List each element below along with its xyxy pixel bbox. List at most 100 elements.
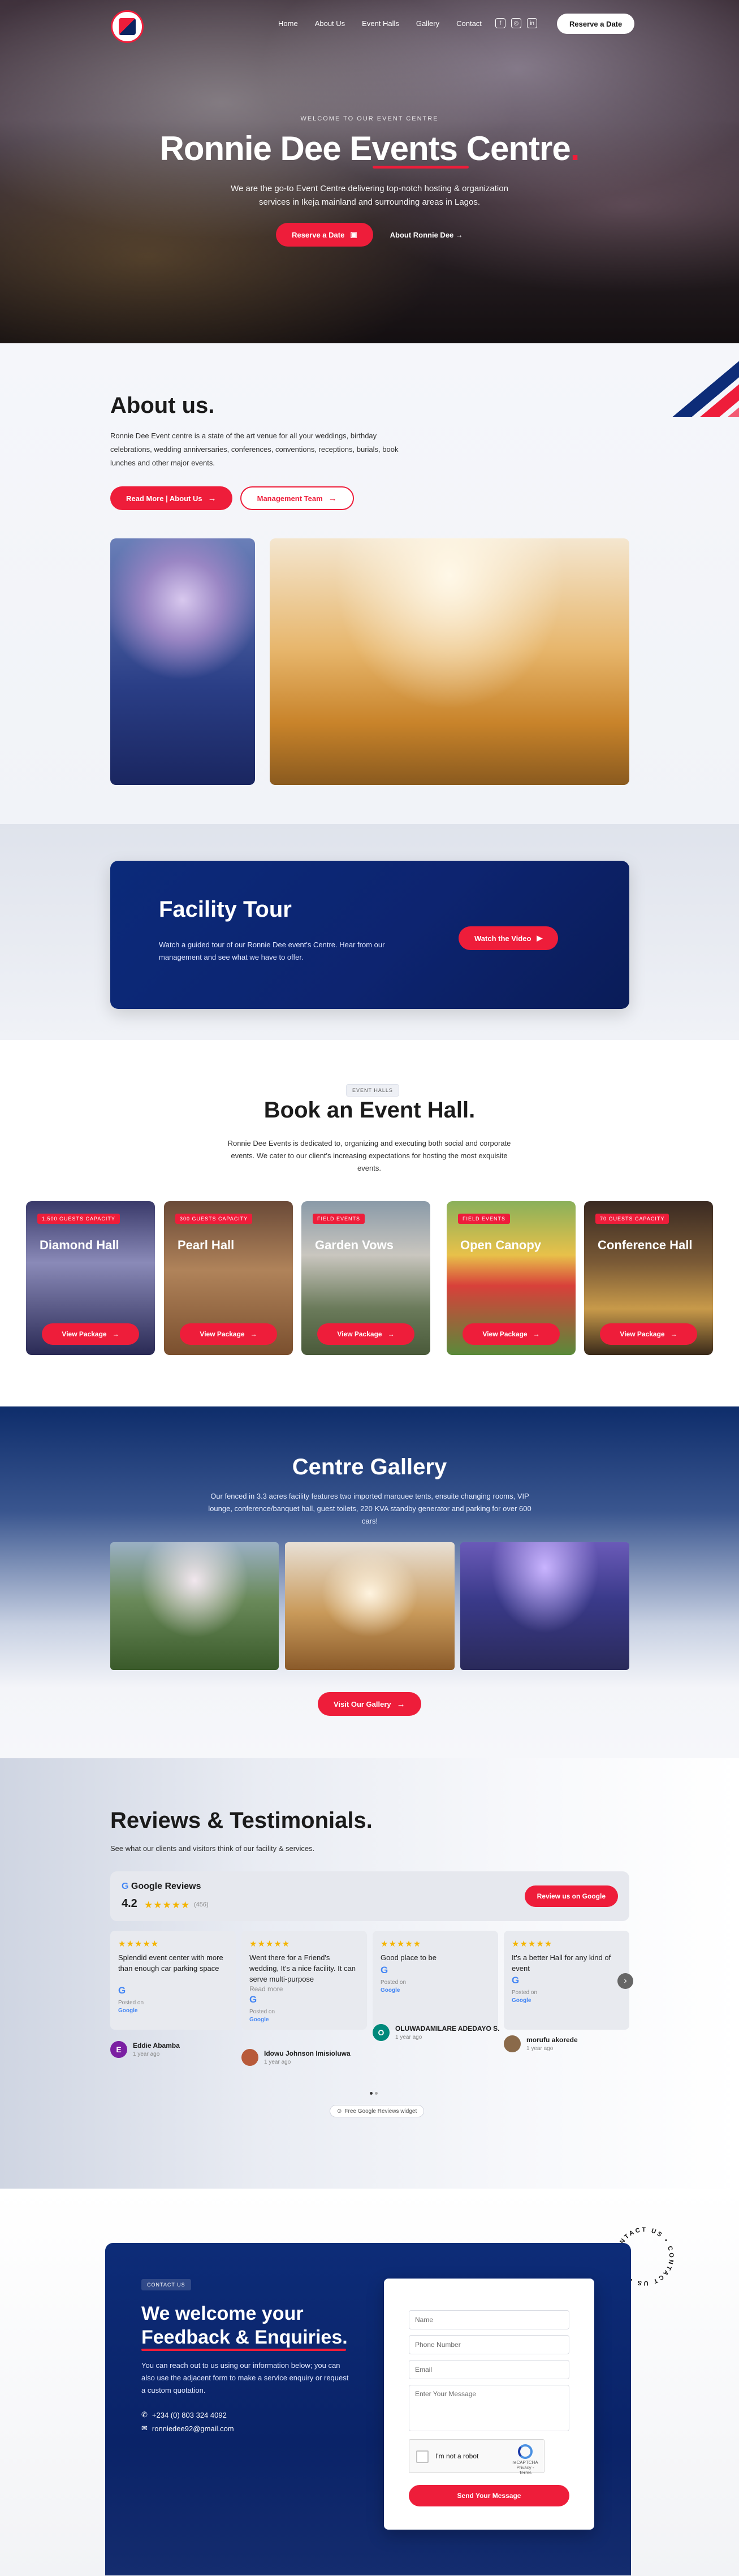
about-image-hall <box>270 538 629 785</box>
review-text: Went there for a Friend's wedding, It's … <box>249 1953 356 1983</box>
read-more-label: Read More | About Us <box>126 494 202 503</box>
view-package-button[interactable]: View Package → <box>180 1323 277 1345</box>
halls-section: EVENT HALLS Book an Event Hall. Ronnie D… <box>0 1040 739 1406</box>
hall-card-diamond[interactable]: 1,500 GUESTS CAPACITY Diamond Hall View … <box>26 1201 155 1355</box>
google-reviews-bar: G Google Reviews 4.2 ★★★★★ (456) Review … <box>110 1871 629 1921</box>
review-time: 1 year ago <box>264 2059 291 2065</box>
site-logo[interactable] <box>111 10 144 43</box>
contact-phone[interactable]: ✆ +234 (0) 803 324 4092 <box>141 2410 227 2419</box>
about-buttons: Read More | About Us → Management Team → <box>110 486 354 510</box>
about-section: About us. Ronnie Dee Event centre is a s… <box>0 343 739 824</box>
watch-video-button[interactable]: Watch the Video ▶ <box>459 926 559 950</box>
send-message-button[interactable]: Send Your Message <box>409 2485 569 2506</box>
posted-on-label: Posted on <box>381 1979 407 1986</box>
recaptcha-brand: reCAPTCHA <box>512 2460 538 2465</box>
hall-name: Diamond Hall <box>40 1238 119 1252</box>
hero-about-link[interactable]: About Ronnie Dee → <box>390 231 463 239</box>
nav-reserve-button[interactable]: Reserve a Date <box>557 14 635 34</box>
avatar: O <box>373 2024 390 2041</box>
view-package-button[interactable]: View Package → <box>317 1323 414 1345</box>
halls-title: Book an Event Hall. <box>263 1098 476 1123</box>
hero-title-text: Ronnie Dee Events Centre <box>159 130 571 167</box>
hall-badge: FIELD EVENTS <box>313 1214 365 1224</box>
review-card: ★★★★★ Good place to be G Posted on Googl… <box>373 1931 498 2030</box>
review-us-button[interactable]: Review us on Google <box>524 1885 618 1907</box>
review-time: 1 year ago <box>526 2046 554 2052</box>
gallery-image-reception[interactable] <box>460 1542 629 1670</box>
nav-link-about[interactable]: About Us <box>315 19 345 28</box>
gallery-image-arch[interactable] <box>110 1542 279 1670</box>
hall-name: Pearl Hall <box>178 1238 235 1252</box>
recaptcha-sub: Privacy - Terms <box>516 2465 534 2475</box>
facility-title: Facility Tour <box>159 897 292 922</box>
review-time: 1 year ago <box>395 2034 422 2040</box>
rating-stars-icon: ★★★★★ <box>249 1939 291 1949</box>
enquiry-form: Name Phone Number Email Enter Your Messa… <box>384 2279 594 2530</box>
reviewer: O OLUWADAMILARE ADEDAYO S. 1 year ago <box>373 2024 499 2041</box>
hall-card-garden-vows[interactable]: FIELD EVENTS Garden Vows View Package → <box>301 1201 430 1355</box>
arrow-right-icon: → <box>250 1330 257 1338</box>
nav-link-gallery[interactable]: Gallery <box>416 19 439 28</box>
hall-card-conference[interactable]: 70 GUESTS CAPACITY Conference Hall View … <box>584 1201 713 1355</box>
mail-icon: ✉ <box>141 2424 148 2432</box>
view-package-button[interactable]: View Package → <box>600 1323 697 1345</box>
read-more-link[interactable]: Read more <box>249 1985 283 1993</box>
gallery-image-aisle[interactable] <box>285 1542 455 1670</box>
hall-card-pearl[interactable]: 300 GUESTS CAPACITY Pearl Hall View Pack… <box>164 1201 293 1355</box>
view-package-label: View Package <box>200 1330 245 1338</box>
recaptcha-checkbox[interactable] <box>416 2450 429 2463</box>
posted-on-label: Posted on <box>512 1990 538 1996</box>
free-widget-badge[interactable]: ⊙ Free Google Reviews widget <box>330 2105 425 2117</box>
google-logo-icon: G <box>249 1994 257 2005</box>
hero-reserve-button[interactable]: Reserve a Date ▣ <box>276 223 373 247</box>
hero-kicker: WELCOME TO OUR EVENT CENTRE <box>300 115 439 122</box>
name-field[interactable]: Name <box>409 2310 569 2329</box>
nav-link-home[interactable]: Home <box>278 19 298 28</box>
view-package-label: View Package <box>620 1330 665 1338</box>
email-field[interactable]: Email <box>409 2360 569 2379</box>
carousel-dots[interactable] <box>370 2092 378 2095</box>
hero-underline <box>372 166 469 169</box>
decorative-stripes <box>649 343 739 417</box>
posted-source: Google <box>512 1997 531 2004</box>
nav-link-contact[interactable]: Contact <box>456 19 482 28</box>
google-logo-icon: G <box>122 1882 129 1891</box>
carousel-dot[interactable] <box>375 2092 378 2095</box>
arrow-right-icon: → <box>455 230 463 239</box>
posted-source: Google <box>249 2017 269 2023</box>
gallery-section: Centre Gallery Our fenced in 3.3 acres f… <box>0 1406 739 1758</box>
message-field[interactable]: Enter Your Message <box>409 2385 569 2431</box>
hall-badge: 300 GUESTS CAPACITY <box>175 1214 253 1224</box>
view-package-button[interactable]: View Package → <box>463 1323 560 1345</box>
posted-on-label: Posted on <box>118 2000 144 2006</box>
management-team-label: Management Team <box>257 494 323 503</box>
posted-on-label: Posted on <box>249 2009 275 2015</box>
carousel-dot[interactable] <box>370 2092 373 2095</box>
visit-gallery-button[interactable]: Visit Our Gallery → <box>318 1692 421 1716</box>
nav-link-halls[interactable]: Event Halls <box>362 19 399 28</box>
arrow-right-icon: → <box>387 1330 395 1338</box>
review-text: Good place to be <box>381 1953 437 1962</box>
instagram-icon[interactable]: ◎ <box>511 18 521 28</box>
reviewer: E Eddie Abamba 1 year ago <box>110 2041 180 2058</box>
reviewer: Idowu Johnson Imisioluwa 1 year ago <box>241 2049 351 2066</box>
view-package-button[interactable]: View Package → <box>42 1323 139 1345</box>
hall-badge: FIELD EVENTS <box>458 1214 511 1224</box>
chevron-right-icon[interactable]: › <box>617 1973 633 1989</box>
contact-description: You can reach out to us using our inform… <box>141 2361 349 2394</box>
reviewer-name: OLUWADAMILARE ADEDAYO S. <box>395 2025 500 2033</box>
contact-email[interactable]: ✉ ronniedee92@gmail.com <box>141 2424 234 2433</box>
review-card: ★★★★★ It's a better Hall for any kind of… <box>504 1931 629 2030</box>
phone-field[interactable]: Phone Number <box>409 2335 569 2354</box>
recaptcha-widget: I'm not a robot reCAPTCHA Privacy - Terms <box>409 2439 544 2475</box>
management-team-button[interactable]: Management Team → <box>240 486 354 510</box>
google-reviews-label: G Google Reviews <box>122 1882 201 1892</box>
recaptcha-icon <box>518 2444 533 2459</box>
hall-badge: 1,500 GUESTS CAPACITY <box>37 1214 120 1224</box>
hall-card-open-canopy[interactable]: FIELD EVENTS Open Canopy View Package → <box>447 1201 576 1355</box>
facebook-icon[interactable]: f <box>495 18 505 28</box>
read-more-button[interactable]: Read More | About Us → <box>110 486 232 510</box>
linkedin-icon[interactable]: in <box>527 18 537 28</box>
rating-stars-icon: ★★★★★ <box>144 1900 191 1910</box>
posted-source: Google <box>381 1987 400 1994</box>
